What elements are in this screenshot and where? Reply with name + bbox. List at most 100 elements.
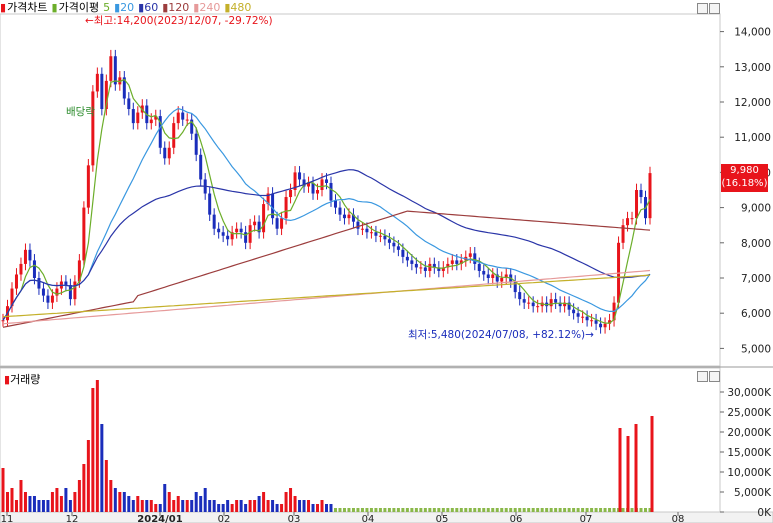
candle-body (392, 242, 396, 247)
candle-body (163, 147, 167, 159)
volume-bar (437, 508, 441, 512)
volume-bar (316, 504, 320, 512)
volume-bar (432, 508, 436, 512)
candle-body (28, 249, 32, 261)
candle-body (136, 112, 140, 124)
volume-bar (338, 508, 342, 512)
candle-body (73, 281, 77, 300)
legend-ma120: 120 (168, 0, 190, 14)
ma480-line (2, 274, 651, 318)
volume-panel-close-button[interactable] (709, 371, 720, 382)
price-tick-label: 11,000 (734, 132, 771, 144)
volume-bar (23, 492, 27, 512)
candle-body (405, 256, 409, 261)
ma-title: 가격이평 (58, 1, 100, 14)
volume-bar (594, 508, 598, 512)
candle-body (95, 73, 99, 92)
candle-body (396, 246, 400, 250)
legend-ma5: 5 (103, 0, 111, 14)
volume-bar (181, 500, 185, 512)
volume-bar (145, 500, 149, 512)
candle-body (46, 295, 50, 303)
candle-body (585, 316, 589, 321)
event-annotation: 배당락 (66, 106, 95, 118)
volume-bar (230, 504, 234, 512)
price-panel-close-button[interactable] (709, 3, 720, 14)
volume-bar (464, 508, 468, 512)
volume-bar (325, 504, 328, 512)
volume-bar (477, 508, 481, 512)
candle-body (131, 109, 135, 124)
candle-body (32, 260, 36, 278)
volume-bar (226, 500, 230, 512)
volume-bar (392, 508, 396, 512)
volume-bar (567, 508, 571, 512)
candle-body (37, 278, 41, 289)
price-chart-title: 가격차트 (7, 1, 48, 14)
candle-body (199, 154, 203, 180)
volume-bar (626, 436, 630, 512)
volume-bar (378, 508, 382, 512)
volume-legend: ▮ 거래량 (4, 371, 40, 387)
candle-body (603, 323, 607, 328)
volume-bar (172, 500, 176, 512)
price-tick-label: 8,000 (741, 238, 771, 250)
volume-bar (235, 500, 239, 512)
volume-bar (298, 500, 302, 512)
last-price-change: (16.18%) (721, 178, 768, 189)
price-panel-restore-button[interactable] (697, 3, 708, 14)
volume-bar (122, 492, 126, 512)
price-tick-label: 12,000 (734, 97, 771, 109)
candle-body (549, 299, 553, 307)
volume-bar (428, 508, 432, 512)
candle-body (320, 179, 324, 190)
volume-bar (32, 496, 36, 512)
candle-body (630, 218, 634, 220)
candle-body (275, 218, 279, 229)
candle-body (82, 207, 86, 261)
candle-body (167, 147, 171, 159)
volume-bar (154, 504, 158, 512)
volume-bar (347, 508, 351, 512)
volume-bar (621, 508, 625, 512)
candle-body (581, 316, 585, 318)
volume-bar (486, 508, 490, 512)
volume-bar (1, 468, 5, 512)
volume-bar (482, 508, 486, 512)
candle-body (473, 253, 477, 264)
volume-bar (405, 508, 409, 512)
volume-bar (203, 488, 207, 512)
volume-bar (50, 492, 54, 512)
candle-body (50, 295, 54, 303)
volume-bar (68, 500, 72, 512)
legend-marker: ▮ (0, 0, 7, 14)
volume-bar (217, 504, 221, 512)
volume-bar (91, 388, 95, 512)
volume-tick-label: 20,000K (727, 427, 772, 439)
candle-body (262, 204, 266, 233)
candle-body (419, 267, 423, 269)
volume-bar (275, 504, 279, 512)
candle-body (527, 302, 531, 304)
candle-body (14, 274, 18, 289)
price-tick-label: 6,000 (741, 308, 771, 320)
candle-body (482, 270, 486, 275)
stock-chart[interactable]: 14,00013,00012,00011,00010,0009,0008,000… (0, 0, 773, 523)
candle-body (289, 190, 293, 198)
legend-ma480: 480 (230, 0, 252, 14)
date-tick-label: 05 (436, 514, 449, 523)
volume-bar (167, 492, 171, 512)
volume-bar (545, 508, 549, 512)
volume-panel-restore-button[interactable] (697, 371, 708, 382)
volume-bar (5, 492, 9, 512)
date-axis-bar (0, 511, 773, 523)
candle-body (387, 239, 391, 243)
volume-bar (396, 508, 400, 512)
candle-body (554, 299, 558, 303)
candle-body (491, 274, 495, 278)
volume-bar (644, 508, 648, 512)
volume-bar (531, 508, 535, 512)
volume-tick-label: 25,000K (727, 407, 772, 419)
candle-body (342, 214, 346, 219)
volume-bar (639, 508, 643, 512)
